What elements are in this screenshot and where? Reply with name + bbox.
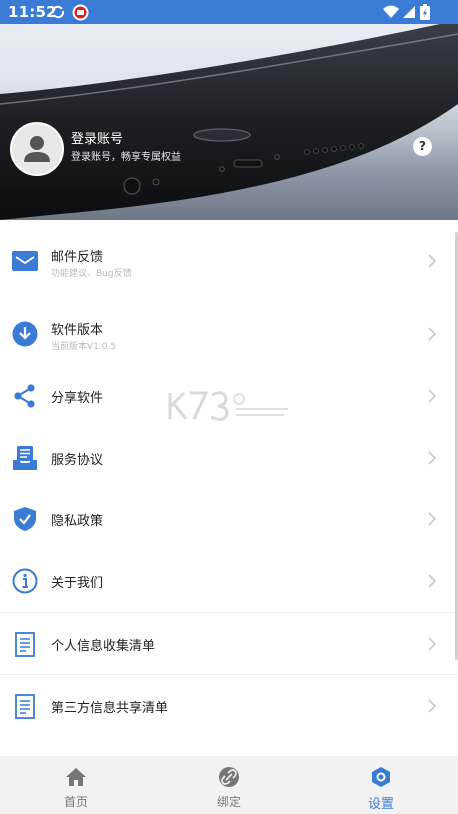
menu-title: 个人信息收集清单 bbox=[51, 639, 156, 654]
battery-icon bbox=[420, 4, 430, 20]
tab-bind[interactable]: 绑定 bbox=[153, 756, 305, 814]
avatar[interactable] bbox=[10, 122, 64, 176]
menu-title: 邮件反馈 bbox=[51, 250, 104, 265]
info-icon bbox=[12, 568, 38, 594]
chevron-right-icon bbox=[428, 389, 437, 403]
watermark-logo bbox=[168, 391, 288, 421]
profile-banner: 登录账号 登录账号，畅享专属权益 ? bbox=[0, 24, 458, 220]
tab-settings[interactable]: 设置 bbox=[305, 756, 457, 814]
shield-icon bbox=[14, 507, 36, 531]
agreement-icon bbox=[13, 446, 37, 470]
link-icon bbox=[219, 767, 239, 787]
home-icon bbox=[66, 768, 86, 786]
menu-item-email-feedback[interactable]: 邮件反馈 功能建议、Bug反馈 bbox=[0, 230, 458, 290]
wifi-icon bbox=[383, 5, 399, 18]
menu-item-personal-info-list[interactable]: 个人信息收集清单 bbox=[0, 613, 458, 673]
chevron-right-icon bbox=[428, 699, 437, 713]
chevron-right-icon bbox=[428, 637, 437, 651]
share-icon bbox=[14, 384, 35, 408]
phone-background-image bbox=[0, 24, 458, 220]
status-bar: 11:52 bbox=[0, 0, 458, 24]
download-icon bbox=[12, 321, 38, 347]
menu-title: 服务协议 bbox=[51, 453, 104, 468]
mail-icon bbox=[12, 251, 38, 271]
notification-app-icon bbox=[72, 4, 89, 21]
user-icon bbox=[24, 136, 50, 162]
menu-item-privacy-policy[interactable]: 隐私政策 bbox=[0, 488, 458, 548]
login-title[interactable]: 登录账号 bbox=[71, 128, 123, 147]
list-icon bbox=[15, 632, 35, 657]
chevron-right-icon bbox=[428, 254, 437, 268]
sync-status-icon bbox=[51, 5, 65, 19]
menu-item-about-us[interactable]: 关于我们 bbox=[0, 550, 458, 610]
chevron-right-icon bbox=[428, 451, 437, 465]
list-icon bbox=[15, 694, 35, 719]
menu-title: 第三方信息共享清单 bbox=[51, 701, 169, 716]
tab-label: 首页 bbox=[63, 795, 88, 809]
menu-title: 隐私政策 bbox=[51, 514, 104, 529]
chevron-right-icon bbox=[428, 327, 437, 341]
tab-home[interactable]: 首页 bbox=[0, 756, 152, 814]
chevron-right-icon bbox=[428, 574, 437, 588]
menu-title: 关于我们 bbox=[51, 576, 104, 591]
menu-title: 分享软件 bbox=[51, 391, 104, 406]
menu-title: 软件版本 bbox=[51, 323, 104, 338]
signal-icon bbox=[403, 6, 415, 18]
menu-subtitle: 当前版本V1.0.5 bbox=[51, 342, 117, 352]
menu-item-software-version[interactable]: 软件版本 当前版本V1.0.5 bbox=[0, 303, 458, 363]
menu-item-third-party-sharing-list[interactable]: 第三方信息共享清单 bbox=[0, 675, 458, 735]
tab-label: 绑定 bbox=[216, 795, 241, 809]
help-icon[interactable]: ? bbox=[413, 137, 432, 156]
menu-item-service-agreement[interactable]: 服务协议 bbox=[0, 427, 458, 487]
tab-label: 设置 bbox=[367, 797, 394, 812]
settings-icon bbox=[372, 767, 390, 787]
login-subtitle: 登录账号，畅享专属权益 bbox=[71, 152, 181, 163]
bottom-tab-bar: 首页 绑定 设置 bbox=[0, 756, 458, 814]
menu-subtitle: 功能建议、Bug反馈 bbox=[51, 269, 132, 279]
chevron-right-icon bbox=[428, 512, 437, 526]
